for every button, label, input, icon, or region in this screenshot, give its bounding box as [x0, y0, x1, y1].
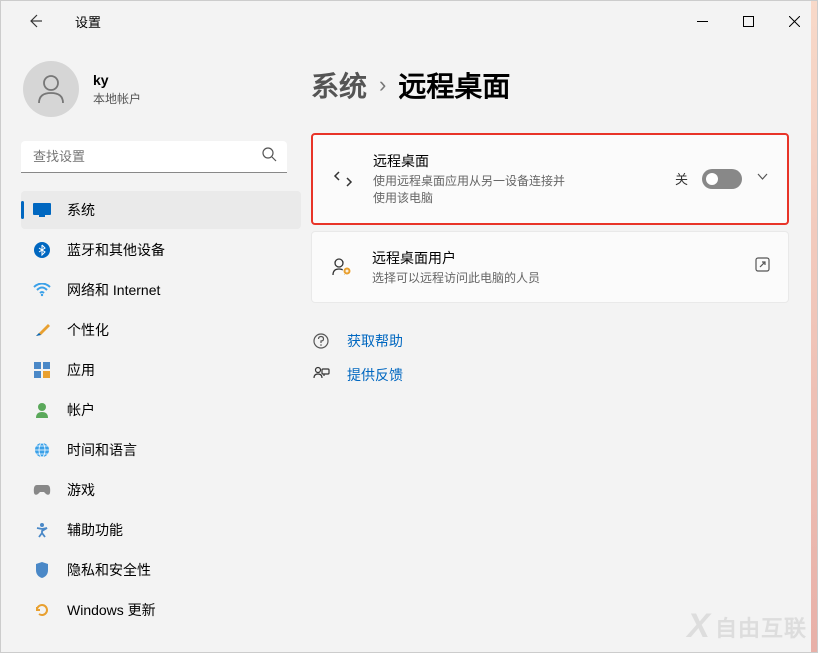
help-icon: [311, 332, 331, 350]
back-arrow-icon: [27, 13, 43, 29]
give-feedback-link[interactable]: 提供反馈: [311, 365, 789, 385]
search-box: [21, 141, 287, 173]
sidebar-item-personalization[interactable]: 个性化: [21, 311, 301, 349]
sidebar-item-label: 应用: [67, 360, 95, 380]
system-icon: [33, 201, 51, 219]
apps-icon: [33, 361, 51, 379]
users-icon: [330, 256, 354, 278]
decorative-edge: [811, 1, 817, 652]
user-type: 本地帐户: [93, 90, 141, 107]
user-section[interactable]: ky 本地帐户: [21, 61, 301, 117]
get-help-link[interactable]: 获取帮助: [311, 331, 789, 351]
sidebar-item-label: Windows 更新: [67, 600, 156, 620]
remote-desktop-toggle[interactable]: [702, 169, 742, 189]
sidebar-item-label: 个性化: [67, 320, 109, 340]
main-content: 系统 › 远程桌面 远程桌面 使用远程桌面应用从另一设备连接并使用该电脑 关: [301, 41, 817, 652]
toggle-state-label: 关: [675, 169, 688, 188]
maximize-icon: [743, 16, 754, 27]
breadcrumb-parent[interactable]: 系统: [311, 65, 367, 105]
minimize-button[interactable]: [679, 6, 725, 36]
sidebar-item-label: 隐私和安全性: [67, 560, 151, 580]
shield-icon: [33, 561, 51, 579]
sidebar-item-system[interactable]: 系统: [21, 191, 301, 229]
search-input[interactable]: [21, 141, 287, 173]
sidebar-item-network[interactable]: 网络和 Internet: [21, 271, 301, 309]
remote-desktop-icon: [331, 168, 355, 190]
maximize-button[interactable]: [725, 6, 771, 36]
nav-list: 系统 蓝牙和其他设备 网络和 Internet 个性化 应用 帐户: [21, 191, 301, 629]
card-desc: 选择可以远程访问此电脑的人员: [372, 270, 737, 287]
sidebar-item-label: 时间和语言: [67, 440, 137, 460]
sidebar-item-gaming[interactable]: 游戏: [21, 471, 301, 509]
user-name: ky: [93, 72, 141, 88]
search-icon: [262, 147, 277, 167]
feedback-icon: [311, 366, 331, 384]
external-link-icon[interactable]: [755, 257, 770, 277]
user-icon: [33, 71, 69, 107]
window-title: 设置: [75, 12, 101, 31]
sidebar-item-apps[interactable]: 应用: [21, 351, 301, 389]
card-desc: 使用远程桌面应用从另一设备连接并使用该电脑: [373, 173, 573, 207]
sidebar-item-label: 辅助功能: [67, 520, 123, 540]
sidebar-item-label: 帐户: [67, 400, 95, 420]
gamepad-icon: [33, 481, 51, 499]
accessibility-icon: [33, 521, 51, 539]
minimize-icon: [697, 16, 708, 27]
link-text: 提供反馈: [347, 365, 403, 385]
chevron-down-icon[interactable]: [756, 170, 769, 188]
back-button[interactable]: [17, 3, 53, 39]
sidebar-item-label: 蓝牙和其他设备: [67, 240, 165, 260]
update-icon: [33, 601, 51, 619]
card-title: 远程桌面: [373, 151, 657, 171]
titlebar: 设置: [1, 1, 817, 41]
remote-desktop-users-card[interactable]: 远程桌面用户 选择可以远程访问此电脑的人员: [311, 231, 789, 304]
bluetooth-icon: [33, 241, 51, 259]
sidebar-item-accessibility[interactable]: 辅助功能: [21, 511, 301, 549]
card-title: 远程桌面用户: [372, 248, 737, 268]
sidebar-item-accounts[interactable]: 帐户: [21, 391, 301, 429]
sidebar-item-time-language[interactable]: 时间和语言: [21, 431, 301, 469]
sidebar-item-label: 系统: [67, 200, 95, 220]
breadcrumb: 系统 › 远程桌面: [311, 65, 789, 105]
person-icon: [33, 401, 51, 419]
remote-desktop-card[interactable]: 远程桌面 使用远程桌面应用从另一设备连接并使用该电脑 关: [311, 133, 789, 225]
sidebar-item-label: 游戏: [67, 480, 95, 500]
avatar: [23, 61, 79, 117]
brush-icon: [33, 321, 51, 339]
close-icon: [789, 16, 800, 27]
wifi-icon: [33, 281, 51, 299]
breadcrumb-current: 远程桌面: [398, 65, 510, 105]
chevron-right-icon: ›: [379, 72, 386, 98]
link-text: 获取帮助: [347, 331, 403, 351]
watermark: X 自由互联: [687, 607, 807, 646]
sidebar: ky 本地帐户 系统 蓝牙和其他设备 网络和 Internet: [1, 41, 301, 652]
sidebar-item-privacy[interactable]: 隐私和安全性: [21, 551, 301, 589]
sidebar-item-label: 网络和 Internet: [67, 280, 160, 300]
globe-icon: [33, 441, 51, 459]
sidebar-item-windows-update[interactable]: Windows 更新: [21, 591, 301, 629]
sidebar-item-bluetooth[interactable]: 蓝牙和其他设备: [21, 231, 301, 269]
